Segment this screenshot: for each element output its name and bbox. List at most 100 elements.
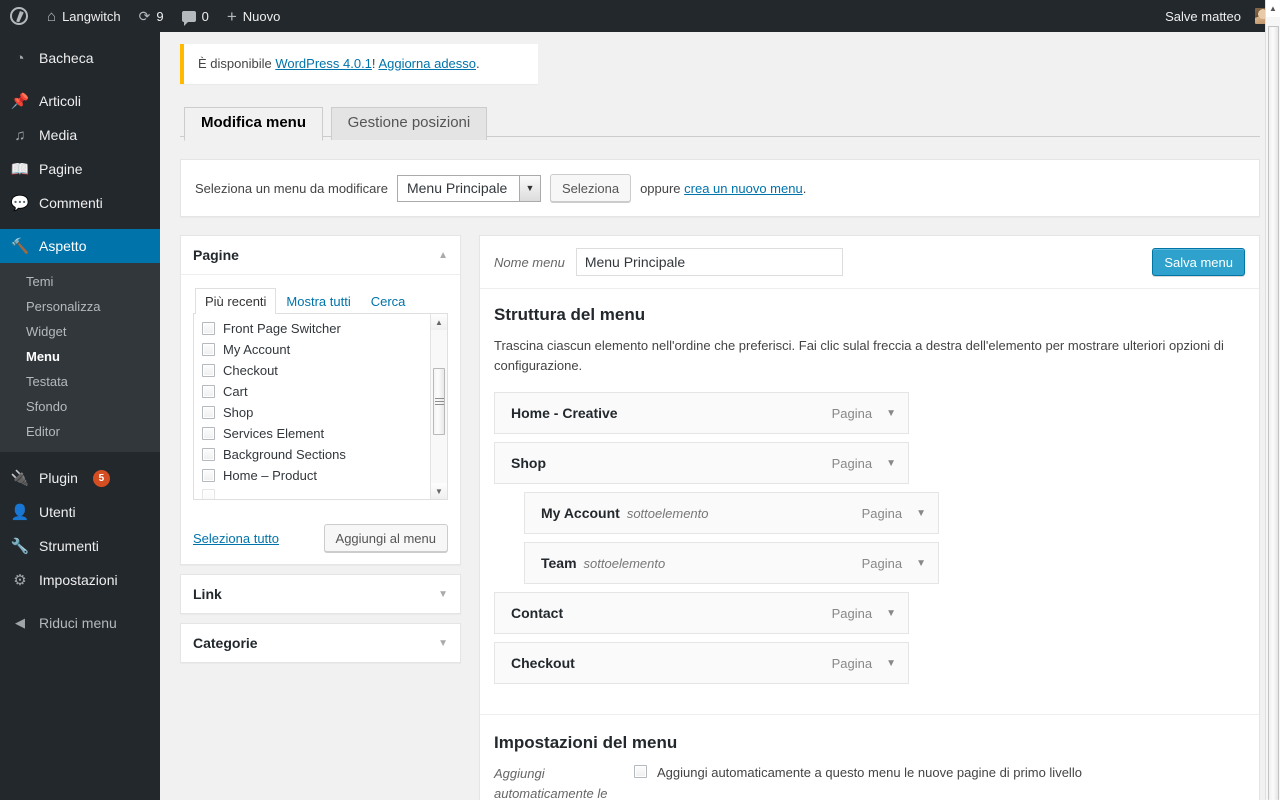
menu-item-row[interactable]: My Account sottoelemento Pagina ▼ (524, 492, 939, 535)
list-item[interactable]: Services Element (196, 423, 430, 444)
list-item-label: Front Page Switcher (223, 321, 341, 337)
list-item[interactable]: Home – Product (196, 465, 430, 486)
menu-item-row[interactable]: Shop Pagina ▼ (494, 442, 909, 485)
chevron-down-icon[interactable]: ▼ (886, 458, 896, 469)
sidebar-item-label: Commenti (39, 195, 103, 211)
comments-menu[interactable]: 0 (173, 0, 218, 32)
menu-settings-section: Impostazioni del menu Aggiungi automatic… (480, 714, 1259, 800)
sidebar-item-label: Media (39, 127, 78, 143)
select-all-link[interactable]: Seleziona tutto (193, 531, 279, 546)
tab-modifica-menu[interactable]: Modifica menu (184, 107, 324, 141)
sidebar-item-impostazioni[interactable]: ⚙ Impostazioni (0, 563, 160, 597)
checkbox[interactable] (202, 469, 215, 483)
chevron-up-icon[interactable]: ▲ (438, 250, 448, 261)
tab-piu-recenti[interactable]: Più recenti (195, 288, 277, 315)
checkbox[interactable] (202, 489, 215, 500)
chevron-down-icon[interactable]: ▼ (438, 589, 448, 600)
notice-update-link[interactable]: Aggiorna adesso (378, 56, 476, 71)
sidebar-item-label: Aspetto (39, 238, 87, 254)
select-menu-button[interactable]: Seleziona (549, 174, 632, 203)
tab-mostra-tutti[interactable]: Mostra tutti (276, 288, 360, 314)
add-to-menu-button[interactable]: Aggiungi al menu (323, 524, 448, 553)
pages-tabs: Più recenti Mostra tutti Cerca (193, 287, 448, 315)
list-item-label: Checkout (223, 363, 278, 379)
chevron-down-icon[interactable]: ▼ (886, 658, 896, 669)
page-scrollbar[interactable]: ▲ (1265, 0, 1280, 800)
checkbox[interactable] (202, 448, 215, 462)
admin-bar: ⌂ Langwitch ⟳ 9 0 + Nuovo Salve matteo (0, 0, 1280, 32)
tab-gestione-posizioni[interactable]: Gestione posizioni (330, 107, 488, 140)
menu-item-row[interactable]: Team sottoelemento Pagina ▼ (524, 542, 939, 585)
auto-add-setting-row: Aggiungi automaticamente le pagine Aggiu… (494, 764, 1245, 800)
checkbox[interactable] (202, 364, 215, 378)
sidebar-subitem-sfondo[interactable]: Sfondo (0, 394, 160, 419)
menu-tabs: Modifica menu Gestione posizioni (180, 106, 1260, 141)
menu-structure-title: Struttura del menu (494, 305, 646, 325)
sidebar-subitem-testata[interactable]: Testata (0, 369, 160, 394)
wordpress-logo-menu[interactable] (0, 0, 38, 32)
sidebar-subitem-menu[interactable]: Menu (0, 344, 160, 369)
list-item[interactable]: Background Sections (196, 444, 430, 465)
chevron-down-icon[interactable]: ▼ (916, 558, 926, 569)
scrollbar-thumb[interactable] (433, 368, 445, 436)
menu-item-type: Pagina (831, 605, 873, 621)
chevron-down-icon[interactable]: ▼ (438, 638, 448, 649)
sidebar-item-commenti[interactable]: 💬 Commenti (0, 186, 160, 220)
sidebar-subitem-personalizza[interactable]: Personalizza (0, 294, 160, 319)
pages-metabox-header[interactable]: Pagine ▲ (181, 236, 460, 276)
categories-metabox-header[interactable]: Categorie ▼ (181, 624, 460, 662)
appearance-brush-icon: 🔨 (10, 238, 30, 255)
sidebar-item-utenti[interactable]: 👤 Utenti (0, 495, 160, 529)
checkbox[interactable] (202, 343, 215, 357)
sidebar-subitem-widget[interactable]: Widget (0, 319, 160, 344)
list-item[interactable]: My Account (196, 339, 430, 360)
tab-cerca[interactable]: Cerca (361, 288, 416, 314)
links-metabox-header[interactable]: Link ▼ (181, 575, 460, 613)
chevron-down-icon[interactable]: ▼ (916, 508, 926, 519)
sidebar-subitem-temi[interactable]: Temi (0, 269, 160, 294)
list-item[interactable]: Shop (196, 402, 430, 423)
scroll-down-icon[interactable]: ▼ (431, 483, 447, 500)
sidebar-item-riduci-menu[interactable]: ◀ Riduci menu (0, 606, 160, 640)
sidebar-item-aspetto[interactable]: 🔨 Aspetto (0, 229, 160, 263)
chevron-down-icon[interactable]: ▼ (886, 608, 896, 619)
list-item[interactable] (196, 486, 430, 500)
sidebar-item-plugin[interactable]: 🔌 Plugin 5 (0, 461, 160, 495)
sidebar-item-pagine[interactable]: 📖 Pagine (0, 152, 160, 186)
checkbox[interactable] (202, 385, 215, 399)
menu-name-input[interactable] (575, 248, 843, 277)
account-menu[interactable]: Salve matteo (1156, 0, 1280, 32)
checkbox[interactable] (202, 427, 215, 441)
categories-metabox-title: Categorie (193, 635, 258, 652)
list-item[interactable]: Cart (196, 381, 430, 402)
list-item[interactable]: Checkout (196, 360, 430, 381)
menu-editor-columns: Pagine ▲ Più recenti Mostra tutti Cerca (180, 235, 1260, 800)
create-new-menu-link[interactable]: crea un nuovo menu (684, 181, 803, 196)
save-menu-button[interactable]: Salva menu (1152, 248, 1245, 277)
sidebar-item-bacheca[interactable]: ◔ Bacheca (0, 41, 160, 75)
updates-menu[interactable]: ⟳ 9 (130, 0, 173, 32)
checkbox[interactable] (202, 322, 215, 336)
sidebar-item-media[interactable]: ♫ Media (0, 118, 160, 152)
menu-item-type: Pagina (861, 505, 903, 521)
site-name-menu[interactable]: ⌂ Langwitch (38, 0, 130, 32)
menu-item-row[interactable]: Checkout Pagina ▼ (494, 642, 909, 685)
new-content-menu[interactable]: + Nuovo (218, 0, 290, 32)
sidebar-subitem-editor[interactable]: Editor (0, 419, 160, 444)
chevron-down-icon[interactable]: ▼ (886, 408, 896, 419)
sidebar-item-articoli[interactable]: 📌 Articoli (0, 84, 160, 118)
notice-version-link[interactable]: WordPress 4.0.1 (275, 56, 372, 71)
scroll-up-icon[interactable]: ▲ (1266, 0, 1280, 17)
sidebar-item-strumenti[interactable]: 🔧 Strumenti (0, 529, 160, 563)
menu-select-dropdown[interactable]: Menu Principale ▼ (396, 174, 541, 202)
checkbox[interactable] (202, 406, 215, 420)
users-icon: 👤 (10, 504, 30, 521)
comment-icon: 💬 (10, 195, 30, 212)
page-scrollbar-thumb[interactable] (1268, 26, 1279, 800)
auto-add-checkbox[interactable] (634, 765, 647, 779)
menu-item-row[interactable]: Contact Pagina ▼ (494, 592, 909, 635)
list-item[interactable]: Front Page Switcher (196, 318, 430, 339)
scroll-up-icon[interactable]: ▲ (431, 314, 447, 331)
pages-list-scrollbar[interactable]: ▲ ▼ (430, 314, 447, 500)
menu-item-row[interactable]: Home - Creative Pagina ▼ (494, 392, 909, 435)
